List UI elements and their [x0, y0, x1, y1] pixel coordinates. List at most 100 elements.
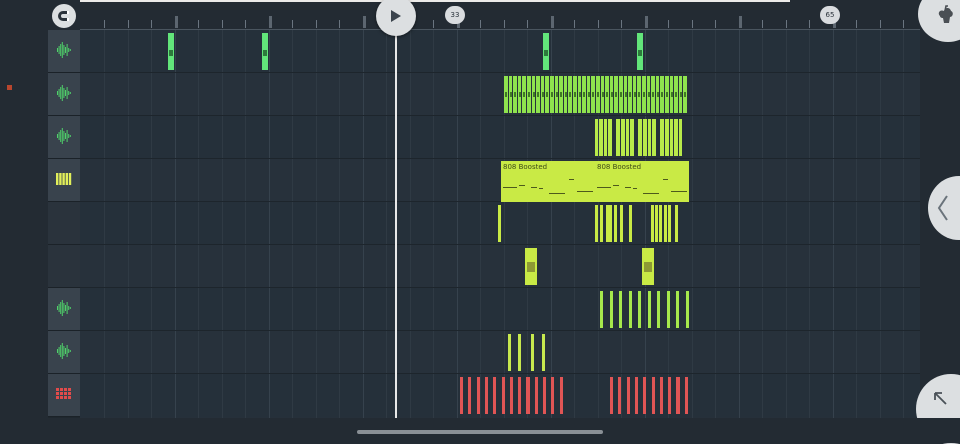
- drum-clip[interactable]: [476, 377, 480, 414]
- audio-clip[interactable]: [608, 119, 612, 156]
- audio-clip[interactable]: [573, 76, 577, 113]
- audio-clip[interactable]: [657, 291, 661, 328]
- audio-clip[interactable]: [665, 76, 669, 113]
- playhead[interactable]: [395, 18, 397, 418]
- drum-clip[interactable]: [643, 377, 647, 414]
- audio-clip[interactable]: [637, 76, 641, 113]
- audio-clip[interactable]: [674, 119, 678, 156]
- audio-clip[interactable]: [508, 76, 513, 113]
- audio-clip[interactable]: [586, 76, 591, 113]
- drum-clip[interactable]: [618, 377, 622, 414]
- drum-clip[interactable]: [659, 377, 663, 414]
- audio-clip[interactable]: [545, 76, 549, 113]
- audio-clip[interactable]: [678, 76, 683, 113]
- drum-clip[interactable]: [493, 377, 497, 414]
- drum-clip[interactable]: [610, 377, 614, 414]
- drum-clip[interactable]: [518, 377, 522, 414]
- audio-clip[interactable]: [659, 205, 662, 242]
- track-button-4[interactable]: [48, 159, 80, 202]
- audio-clip[interactable]: [628, 76, 632, 113]
- track-button-3[interactable]: [48, 116, 80, 159]
- audio-clip[interactable]: [542, 334, 545, 371]
- audio-clip[interactable]: [591, 76, 595, 113]
- audio-clip[interactable]: [651, 76, 655, 113]
- audio-clip[interactable]: [531, 76, 536, 113]
- track-button-9[interactable]: [48, 374, 80, 417]
- drum-clip[interactable]: [534, 377, 538, 414]
- audio-clip[interactable]: [676, 291, 680, 328]
- track-button-8[interactable]: [48, 331, 80, 374]
- audio-clip[interactable]: [669, 119, 674, 156]
- audio-clip[interactable]: [525, 248, 537, 285]
- audio-clip[interactable]: [664, 205, 667, 242]
- audio-clip[interactable]: [642, 76, 646, 113]
- audio-clip[interactable]: [652, 119, 656, 156]
- audio-clip[interactable]: [609, 76, 614, 113]
- audio-clip[interactable]: [646, 76, 651, 113]
- drum-clip[interactable]: [460, 377, 464, 414]
- pattern-clip-808[interactable]: 808 Boosted: [595, 161, 689, 202]
- audio-clip[interactable]: [595, 205, 598, 242]
- audio-clip[interactable]: [517, 76, 522, 113]
- drum-clip[interactable]: [684, 377, 688, 414]
- audio-clip[interactable]: [617, 119, 621, 156]
- audio-clip[interactable]: [614, 76, 618, 113]
- audio-clip[interactable]: [629, 205, 632, 242]
- audio-clip[interactable]: [621, 119, 625, 156]
- audio-clip[interactable]: [660, 76, 664, 113]
- audio-clip[interactable]: [661, 119, 665, 156]
- audio-clip[interactable]: [620, 205, 623, 242]
- audio-clip[interactable]: [674, 76, 678, 113]
- audio-clip[interactable]: [600, 205, 603, 242]
- audio-clip[interactable]: [522, 76, 526, 113]
- drum-clip[interactable]: [676, 377, 680, 414]
- audio-clip[interactable]: [655, 205, 658, 242]
- audio-clip[interactable]: [685, 291, 689, 328]
- audio-clip[interactable]: [596, 76, 600, 113]
- audio-clip[interactable]: [619, 291, 623, 328]
- audio-clip[interactable]: [582, 76, 586, 113]
- track-button-6[interactable]: [48, 245, 80, 288]
- track-button-7[interactable]: [48, 288, 80, 331]
- audio-clip[interactable]: [630, 119, 634, 156]
- audio-clip[interactable]: [518, 334, 521, 371]
- audio-clip[interactable]: [513, 76, 517, 113]
- audio-clip[interactable]: [563, 76, 568, 113]
- timeline-ruler[interactable]: 33 65: [80, 0, 930, 30]
- audio-clip[interactable]: [504, 76, 508, 113]
- drum-clip[interactable]: [626, 377, 630, 414]
- audio-clip[interactable]: [540, 76, 545, 113]
- audio-clip[interactable]: [647, 291, 651, 328]
- audio-clip[interactable]: [625, 119, 630, 156]
- audio-clip[interactable]: [623, 76, 628, 113]
- audio-clip[interactable]: [619, 76, 623, 113]
- audio-clip[interactable]: [669, 76, 674, 113]
- audio-clip[interactable]: [262, 33, 268, 70]
- bar-marker-33[interactable]: 33: [445, 6, 465, 24]
- audio-clip[interactable]: [614, 205, 617, 242]
- playlist-grid[interactable]: 808 Boosted 808 Boosted: [80, 30, 920, 418]
- home-indicator[interactable]: [357, 430, 603, 434]
- audio-clip[interactable]: [643, 119, 647, 156]
- track-button-1[interactable]: [48, 30, 80, 73]
- open-side-panel-button[interactable]: [928, 176, 960, 240]
- drum-clip[interactable]: [526, 377, 530, 414]
- drum-clip[interactable]: [543, 377, 547, 414]
- drum-clip[interactable]: [651, 377, 655, 414]
- drum-clip[interactable]: [551, 377, 555, 414]
- audio-clip[interactable]: [599, 119, 603, 156]
- track-button-2[interactable]: [48, 73, 80, 116]
- audio-clip[interactable]: [638, 291, 642, 328]
- audio-clip[interactable]: [568, 76, 572, 113]
- audio-clip[interactable]: [642, 248, 654, 285]
- audio-clip[interactable]: [639, 119, 643, 156]
- bar-marker-65[interactable]: 65: [820, 6, 840, 24]
- drum-clip[interactable]: [468, 377, 472, 414]
- audio-clip[interactable]: [628, 291, 632, 328]
- audio-clip[interactable]: [531, 334, 534, 371]
- audio-clip[interactable]: [609, 291, 613, 328]
- audio-clip[interactable]: [665, 119, 669, 156]
- audio-clip[interactable]: [683, 76, 687, 113]
- audio-clip[interactable]: [632, 76, 637, 113]
- audio-clip[interactable]: [678, 119, 682, 156]
